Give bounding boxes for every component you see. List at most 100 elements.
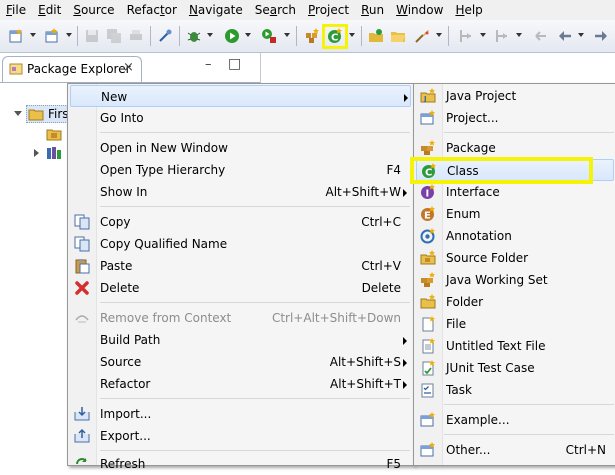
menu-run[interactable]: Run bbox=[355, 0, 390, 20]
debug-icon[interactable] bbox=[186, 28, 202, 44]
submenu-item-annotation[interactable]: Annotation bbox=[416, 225, 614, 247]
submenu-item-folder[interactable]: Folder bbox=[416, 291, 614, 313]
menu-edit[interactable]: Edit bbox=[32, 0, 67, 20]
new-dropdown-icon[interactable] bbox=[44, 28, 60, 44]
submenu-item-other[interactable]: Other... Ctrl+N bbox=[416, 439, 614, 461]
submenu-item-java-project[interactable]: J Java Project bbox=[416, 85, 614, 107]
menu-item-copy[interactable]: Copy Ctrl+C bbox=[70, 211, 411, 233]
submenu-item-example[interactable]: Example... bbox=[416, 409, 614, 431]
menu-refactor[interactable]: Refactor bbox=[121, 0, 183, 20]
menu-run-label-b: un bbox=[368, 3, 385, 17]
menu-item-label: Refactor bbox=[100, 377, 151, 391]
pin-icon[interactable] bbox=[157, 28, 173, 44]
package-icon bbox=[421, 140, 435, 155]
run-external-dropdown-arrow[interactable] bbox=[284, 33, 290, 37]
menu-item-export[interactable]: Export... bbox=[70, 425, 411, 447]
submenu-item-file[interactable]: File bbox=[416, 313, 614, 335]
enum-icon: E bbox=[421, 206, 435, 222]
menu-item-copy-qualified-name[interactable]: Copy Qualified Name bbox=[70, 233, 411, 255]
back-dropdown-arrow[interactable] bbox=[578, 33, 584, 37]
new-dropdown-arrow[interactable] bbox=[66, 33, 72, 37]
menu-item-delete[interactable]: Delete Delete bbox=[70, 277, 411, 299]
menu-item-build-path[interactable]: Build Path bbox=[70, 329, 411, 351]
svg-text:J: J bbox=[423, 95, 427, 103]
toolbar-separator bbox=[179, 26, 180, 46]
menu-item-label: Copy Qualified Name bbox=[100, 237, 228, 251]
menu-item-remove-from-context[interactable]: Remove from Context Ctrl+Alt+Shift+Down bbox=[70, 307, 411, 329]
menu-item-show-in[interactable]: Show In Alt+Shift+W bbox=[70, 181, 411, 203]
paste-icon bbox=[75, 259, 90, 274]
menu-item-shortcut: Ctrl+Alt+Shift+Down bbox=[271, 311, 401, 325]
menu-item-import[interactable]: Import... bbox=[70, 403, 411, 425]
run-dropdown-arrow[interactable] bbox=[245, 33, 251, 37]
annotation-nav-icon[interactable] bbox=[458, 28, 474, 44]
submenu-arrow-icon bbox=[404, 94, 408, 102]
other-wizard-icon bbox=[420, 442, 435, 457]
run-icon[interactable] bbox=[224, 28, 240, 44]
save-icon[interactable] bbox=[84, 28, 100, 44]
debug-dropdown-arrow[interactable] bbox=[207, 33, 213, 37]
run-external-icon[interactable] bbox=[261, 28, 277, 44]
menu-navigate-label-b: avigate bbox=[197, 3, 243, 17]
submenu-item-package[interactable]: Package bbox=[416, 137, 614, 159]
forward-icon[interactable] bbox=[593, 28, 609, 44]
submenu-item-interface[interactable]: I Interface bbox=[416, 181, 614, 203]
menu-refactor-label-a: Refac bbox=[126, 3, 160, 17]
menu-search-label-a: Se bbox=[254, 3, 270, 17]
class-item-highlight bbox=[410, 157, 593, 184]
menu-item-open-in-new-window[interactable]: Open in New Window bbox=[70, 137, 411, 159]
svg-text:E: E bbox=[424, 211, 431, 222]
tab-package-explorer[interactable]: Package Explorer × bbox=[2, 56, 142, 82]
search-dropdown-arrow[interactable] bbox=[436, 33, 442, 37]
expand-icon[interactable] bbox=[14, 111, 22, 116]
menu-search[interactable]: Search bbox=[249, 0, 302, 20]
import-icon bbox=[74, 407, 90, 421]
menu-item-refresh[interactable]: Refresh F5 bbox=[70, 453, 411, 475]
submenu-item-task[interactable]: Task bbox=[416, 379, 614, 401]
menu-navigate[interactable]: Navigate bbox=[183, 0, 249, 20]
annotation-nav-dropdown-arrow[interactable] bbox=[480, 33, 486, 37]
menu-item-new[interactable]: New bbox=[70, 85, 411, 107]
save-all-icon[interactable] bbox=[106, 28, 122, 44]
maximize-icon[interactable]: □ bbox=[228, 56, 241, 72]
submenu-item-project[interactable]: Project... bbox=[416, 107, 614, 129]
submenu-item-junit-test-case[interactable]: JUnit Test Case bbox=[416, 357, 614, 379]
submenu-item-label: Task bbox=[446, 383, 472, 397]
print-icon[interactable] bbox=[128, 28, 144, 44]
menu-window[interactable]: Window bbox=[390, 0, 449, 20]
menu-item-paste[interactable]: Paste Ctrl+V bbox=[70, 255, 411, 277]
next-icon[interactable] bbox=[494, 28, 510, 44]
new-icon[interactable] bbox=[8, 28, 24, 44]
menu-item-go-into[interactable]: Go Into bbox=[70, 107, 411, 129]
search-icon[interactable] bbox=[414, 28, 430, 44]
menu-help[interactable]: Help bbox=[449, 0, 488, 20]
toolbar-separator bbox=[296, 26, 297, 46]
svg-text:I: I bbox=[426, 189, 430, 200]
view-title: Package Explorer bbox=[27, 62, 131, 76]
close-icon[interactable]: × bbox=[123, 60, 134, 75]
menu-file[interactable]: File bbox=[0, 0, 32, 20]
menu-item-source[interactable]: Source Alt+Shift+S bbox=[70, 351, 411, 373]
menu-item-open-type-hierarchy[interactable]: Open Type Hierarchy F4 bbox=[70, 159, 411, 181]
minimize-icon[interactable]: – bbox=[205, 57, 212, 72]
menu-project[interactable]: Project bbox=[302, 0, 355, 20]
menu-item-refactor[interactable]: Refactor Alt+Shift+T bbox=[70, 373, 411, 395]
back-icon[interactable] bbox=[557, 28, 573, 44]
new-class-dropdown-arrow[interactable] bbox=[349, 33, 355, 37]
new-java-package-icon[interactable] bbox=[304, 28, 320, 44]
submenu-arrow-icon bbox=[403, 359, 407, 367]
submenu-item-untitled-text-file[interactable]: Untitled Text File bbox=[416, 335, 614, 357]
open-folder-icon[interactable] bbox=[390, 28, 406, 44]
menu-item-shortcut: Delete bbox=[361, 281, 401, 295]
menu-source[interactable]: Source bbox=[67, 0, 120, 20]
submenu-item-enum[interactable]: E Enum bbox=[416, 203, 614, 225]
menu-separator bbox=[100, 206, 410, 207]
open-type-icon[interactable] bbox=[368, 28, 384, 44]
new-dropdown-icon[interactable] bbox=[30, 33, 36, 37]
submenu-item-source-folder[interactable]: Source Folder bbox=[416, 247, 614, 269]
last-edit-icon[interactable] bbox=[532, 28, 548, 44]
next-dropdown-arrow[interactable] bbox=[516, 33, 522, 37]
collapse-icon[interactable] bbox=[34, 149, 39, 157]
menu-source-mnemonic: S bbox=[73, 3, 81, 17]
submenu-item-java-working-set[interactable]: Java Working Set bbox=[416, 269, 614, 291]
